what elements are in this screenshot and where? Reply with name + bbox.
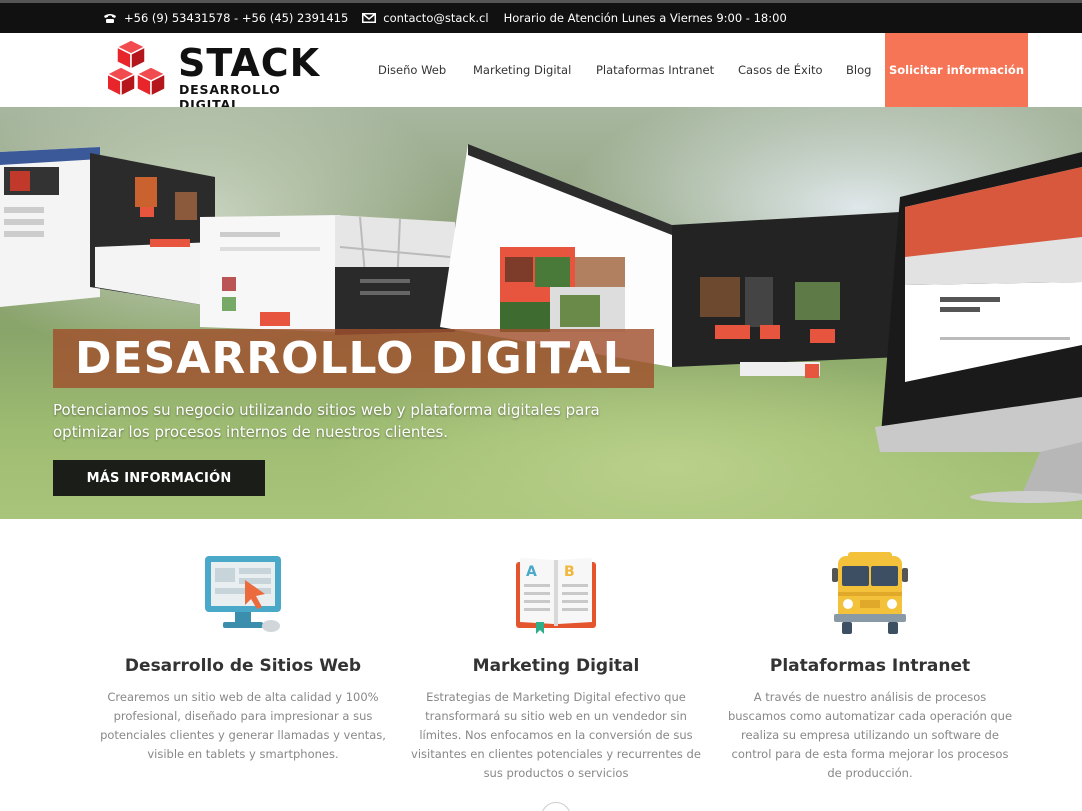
main-header: STACK DESARROLLO DIGITAL Diseño Web Mark…	[0, 33, 1082, 112]
website-mockups-image	[0, 144, 1082, 503]
phone-text: +56 (9) 53431578 - +56 (45) 2391415	[124, 11, 349, 25]
computer-cursor-icon	[205, 556, 281, 632]
svg-text:A: A	[526, 564, 537, 580]
phone-contact[interactable]: +56 (9) 53431578 - +56 (45) 2391415	[103, 11, 348, 25]
nav-item-diseno-web[interactable]: Diseño Web	[378, 63, 446, 77]
cubes-logo-icon	[108, 39, 167, 98]
logo-wordmark: STACK	[178, 41, 321, 85]
svg-text:B: B	[564, 564, 575, 580]
nav-item-marketing-digital[interactable]: Marketing Digital	[473, 63, 571, 77]
scroll-down-button[interactable]	[541, 802, 571, 811]
feature-description: Estrategias de Marketing Digital efectiv…	[411, 690, 701, 780]
nav-item-casos-exito[interactable]: Casos de Éxito	[738, 63, 823, 77]
hero-banner: DESARROLLO DIGITAL Potenciamos su negoci…	[0, 107, 1082, 519]
open-book-icon: A B	[516, 558, 596, 634]
business-hours: Horario de Atención Lunes a Viernes 9:00…	[504, 11, 787, 25]
feature-title: Plataformas Intranet	[769, 656, 971, 676]
stack-logo[interactable]: STACK DESARROLLO DIGITAL	[108, 39, 328, 112]
request-info-button[interactable]: Solicitar información	[885, 33, 1028, 107]
hours-text: Horario de Atención Lunes a Viernes 9:00…	[503, 11, 787, 25]
top-info-bar: +56 (9) 53431578 - +56 (45) 2391415 cont…	[0, 0, 1082, 33]
nav-item-plataformas-intranet[interactable]: Plataformas Intranet	[596, 63, 714, 77]
more-info-button[interactable]: MÁS INFORMACIÓN	[53, 460, 265, 496]
hero-subtitle: Potenciamos su negocio utilizando sitios…	[53, 401, 600, 441]
feature-web-development: Desarrollo de Sitios Web Crearemos un si…	[93, 552, 393, 764]
feature-title: Marketing Digital	[472, 656, 640, 676]
envelope-icon	[362, 13, 377, 23]
feature-digital-marketing: A B Marketing Digital Estrategias de Mar…	[406, 552, 706, 783]
feature-description: A través de nuestro análisis de procesos…	[727, 690, 1013, 780]
feature-intranet-platforms: Plataformas Intranet A través de nuestro…	[720, 552, 1020, 783]
bus-icon	[832, 552, 908, 634]
feature-title: Desarrollo de Sitios Web	[124, 656, 362, 676]
phone-icon	[104, 13, 116, 23]
email-text: contacto@stack.cl	[383, 11, 489, 25]
email-contact[interactable]: contacto@stack.cl	[362, 11, 489, 25]
nav-item-blog[interactable]: Blog	[846, 63, 871, 77]
feature-description: Crearemos un sitio web de alta calidad y…	[100, 690, 386, 761]
hero-title: DESARROLLO DIGITAL	[53, 329, 654, 388]
